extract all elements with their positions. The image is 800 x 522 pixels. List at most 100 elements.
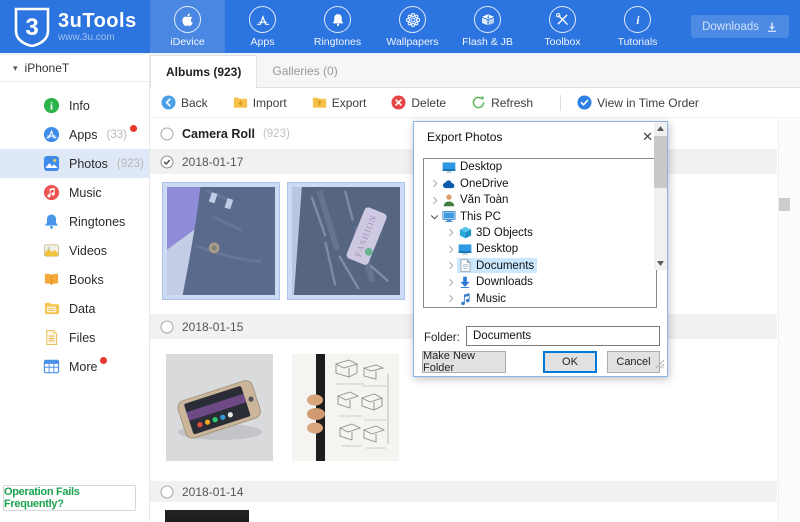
photos-toolbar: Back Import Export Delete Refresh View i… [150,88,800,118]
item-count: (33) [107,129,127,141]
nav-item-apps[interactable]: Apps [225,0,300,53]
download-icon [766,21,778,33]
notification-dot-icon [130,125,137,132]
unchecked-circle-icon[interactable] [160,485,174,499]
delete-button[interactable]: Delete [391,95,446,110]
checked-circle-icon[interactable] [160,155,174,169]
sidebar-item-books[interactable]: Books [0,265,149,294]
downloads-button[interactable]: Downloads [691,15,789,38]
sidebar-item-more[interactable]: More [0,352,149,381]
sidebar-item-apps[interactable]: Apps (33) [0,120,149,149]
ringtones-icon [43,213,60,230]
camera-roll-label: Camera Roll [182,127,255,141]
svg-text:i: i [50,101,53,113]
photo-thumbnail-phone[interactable] [166,354,273,461]
sidebar-item-files[interactable]: Files [0,323,149,352]
refresh-icon [471,95,486,110]
3utools-logo-icon: 3 [14,7,50,47]
info-icon: i [43,97,60,114]
tree-scrollbar[interactable] [654,122,667,270]
scrollbar-thumb[interactable] [779,198,790,211]
chevron-right-icon[interactable] [428,179,441,188]
top-nav-items: iDevice Apps Ringtones Wallpapers Flash … [150,0,675,53]
sidebar-item-info[interactable]: i Info [0,91,149,120]
flower-icon [399,6,426,33]
onedrive-folder-icon [441,179,457,189]
photo-thumbnail-partial[interactable] [165,510,249,522]
videos-icon [43,242,60,259]
sidebar-item-videos[interactable]: Videos [0,236,149,265]
chevron-right-icon[interactable] [444,261,457,270]
folder-label: Folder: [424,332,460,344]
tree-item-3d-objects[interactable]: 3D Objects [424,225,656,241]
tree-item-music[interactable]: Music [424,291,656,307]
tab-bar: Albums (923)Galleries (0) [150,55,800,88]
scroll-down-icon[interactable] [654,257,667,270]
photo-image [292,354,399,461]
unchecked-circle-icon[interactable] [160,320,174,334]
make-new-folder-button[interactable]: Make New Folder [422,351,506,373]
folder-tree: Desktop OneDrive Văn Toàn This PC 3D Obj… [423,158,657,308]
photo-thumbnail-clothing-purple[interactable] [162,182,280,300]
operation-fails-link[interactable]: Operation Fails Frequently? [3,485,136,511]
chevron-right-icon[interactable] [444,245,457,254]
device-selector[interactable]: ▾ iPhoneT [0,55,149,82]
tree-scrollbar-thumb[interactable] [654,136,667,188]
sidebar-item-ringtones[interactable]: Ringtones [0,207,149,236]
item-count: (923) [117,158,144,170]
tree-item-this-pc[interactable]: This PC [424,208,656,224]
sidebar-item-data[interactable]: Data [0,294,149,323]
apps-icon [43,126,60,143]
tree-item-v-n-to-n[interactable]: Văn Toàn [424,192,656,208]
data-icon [43,300,60,317]
cancel-button[interactable]: Cancel [607,351,660,373]
resize-grip[interactable] [655,356,665,374]
content-scrollbar[interactable] [778,119,800,522]
radio-circle-icon[interactable] [160,127,174,141]
date-group-row[interactable]: 2018-01-14 [150,481,777,502]
desktop-folder-icon [441,162,457,173]
svg-text:FASHION: FASHION [353,213,379,258]
svg-text:3: 3 [25,14,38,41]
sidebar-item-photos[interactable]: Photos (923) [0,149,149,178]
tree-item-downloads[interactable]: Downloads [424,274,656,290]
nav-item-toolbox[interactable]: Toolbox [525,0,600,53]
import-icon [233,95,248,110]
back-button[interactable]: Back [161,95,208,110]
tree-item-onedrive[interactable]: OneDrive [424,175,656,191]
tree-item-desktop[interactable]: Desktop [424,241,656,257]
nav-item-tutorials[interactable]: i Tutorials [600,0,675,53]
tutorials-icon: i [624,6,651,33]
scroll-up-icon[interactable] [654,122,667,135]
photo-thumbnail-sketch[interactable] [292,354,399,461]
downloads-folder-icon [457,276,473,288]
tab-galleries-0[interactable]: Galleries (0) [257,55,352,87]
documents-folder-icon [457,259,473,272]
tree-item-desktop[interactable]: Desktop [424,159,656,175]
desktop-folder-icon [457,244,473,255]
sidebar-item-music[interactable]: Music [0,178,149,207]
chevron-right-icon[interactable] [428,196,441,205]
chevron-down-icon[interactable] [428,213,441,221]
tab-albums-923[interactable]: Albums (923) [150,55,257,88]
view-in-time-order-button[interactable]: View in Time Order [577,95,699,110]
ok-button[interactable]: OK [543,351,597,373]
top-navigation-bar: 3 3uTools www.3u.com iDevice Apps Ringto… [0,0,800,53]
nav-item-idevice[interactable]: iDevice [150,0,225,53]
back-icon [161,95,176,110]
export-button[interactable]: Export [312,95,367,110]
files-icon [43,329,60,346]
chevron-right-icon[interactable] [444,294,457,303]
refresh-button[interactable]: Refresh [471,95,533,110]
chevron-right-icon[interactable] [444,278,457,287]
photo-thumbnail-clothing-bag[interactable]: FASHION [287,182,405,300]
chevron-down-icon: ▾ [13,64,18,73]
folder-input[interactable]: Documents [466,326,660,346]
chevron-right-icon[interactable] [444,228,457,237]
nav-item-ringtones[interactable]: Ringtones [300,0,375,53]
import-button[interactable]: Import [233,95,287,110]
toolbar-separator [560,95,561,111]
tree-item-documents[interactable]: Documents [424,258,656,274]
nav-item-wallpapers[interactable]: Wallpapers [375,0,450,53]
nav-item-flash-jb[interactable]: Flash & JB [450,0,525,53]
